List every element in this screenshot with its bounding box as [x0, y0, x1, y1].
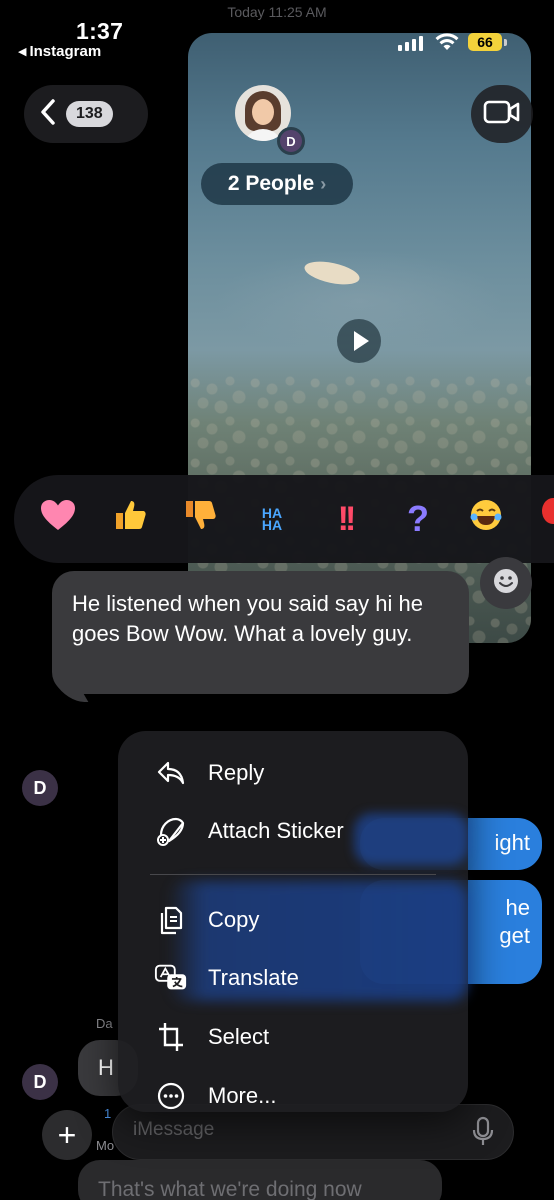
- chevron-left-icon: [40, 98, 56, 130]
- thumbs-up-icon: [112, 497, 148, 541]
- question-label: ?: [407, 498, 429, 539]
- sender-avatar[interactable]: D: [22, 770, 58, 806]
- reaction-thumbs-up[interactable]: [108, 497, 152, 541]
- back-button[interactable]: 138: [24, 85, 148, 143]
- exclamation-label: !!: [337, 499, 357, 538]
- microphone-icon[interactable]: [470, 1116, 496, 1153]
- haha-bottom-label: HA: [261, 517, 283, 533]
- menu-divider: [150, 874, 436, 875]
- message-context-menu: Reply Attach Sticker Copy Translate Sele…: [118, 731, 468, 1112]
- menu-item-label: More...: [208, 1083, 277, 1108]
- battery-indicator: 66: [468, 33, 507, 51]
- sticker-icon: [154, 814, 188, 848]
- message-timestamp: Today 11:25 AM: [227, 4, 327, 20]
- message-meta: 1: [104, 1106, 112, 1121]
- menu-item-label: Select: [208, 1024, 270, 1049]
- play-button[interactable]: [337, 319, 381, 363]
- video-camera-icon: [483, 99, 521, 130]
- back-app-label: Instagram: [29, 43, 102, 60]
- tapback-reaction-bar: HA HA !! ?: [14, 475, 554, 563]
- reaction-thumbs-down[interactable]: [178, 497, 222, 541]
- battery-level: 66: [468, 33, 502, 51]
- unread-count-badge: 138: [66, 101, 113, 127]
- reaction-haha[interactable]: HA HA: [250, 497, 294, 541]
- crop-icon: [154, 1020, 188, 1054]
- smiley-icon: [492, 567, 520, 600]
- dog-in-water: [302, 257, 362, 289]
- play-icon: [353, 331, 369, 351]
- selected-message-bubble[interactable]: He listened when you said say hi he goes…: [52, 571, 469, 694]
- menu-item-label: Translate: [208, 965, 299, 990]
- back-to-app-link[interactable]: ◀ Instagram: [18, 43, 101, 60]
- wifi-icon: [434, 32, 460, 57]
- reply-icon: [154, 756, 188, 790]
- reaction-question[interactable]: ?: [396, 497, 440, 541]
- laughing-face-icon: [468, 497, 504, 541]
- menu-item-label: Reply: [208, 760, 265, 785]
- group-members-button[interactable]: 2 People ›: [201, 163, 353, 205]
- sender-name: Da: [96, 1016, 113, 1031]
- thumbs-down-icon: [182, 497, 218, 541]
- reaction-balloon[interactable]: [530, 497, 554, 541]
- menu-item-more[interactable]: More...: [118, 1068, 468, 1124]
- menu-item-attach-sticker[interactable]: Attach Sticker: [118, 803, 468, 859]
- cellular-signal-icon: [398, 36, 423, 51]
- menu-item-select[interactable]: Select: [118, 1009, 468, 1065]
- facetime-button[interactable]: [471, 85, 533, 143]
- group-label: 2 People: [227, 172, 315, 195]
- menu-item-label: Attach Sticker: [208, 818, 344, 843]
- battery-cap: [504, 38, 507, 46]
- more-icon: [154, 1079, 188, 1113]
- translate-icon: [154, 961, 188, 995]
- message-meta: Mo: [96, 1138, 115, 1153]
- sender-avatar[interactable]: D: [22, 1064, 58, 1100]
- avatar-initial-badge: D: [277, 127, 305, 155]
- menu-item-translate[interactable]: Translate: [118, 950, 468, 1006]
- menu-item-label: Copy: [208, 907, 260, 932]
- reaction-exclamation[interactable]: !!: [323, 497, 367, 541]
- menu-item-reply[interactable]: Reply: [118, 745, 468, 801]
- copy-icon: [154, 903, 188, 937]
- emoji-sticker-button[interactable]: [480, 557, 532, 609]
- add-attachment-button[interactable]: +: [42, 1110, 92, 1160]
- balloon-icon: [537, 497, 554, 541]
- received-message-bubble[interactable]: That's what we're doing now: [78, 1160, 442, 1200]
- reaction-heart[interactable]: [36, 497, 80, 541]
- back-triangle-icon: ◀: [18, 46, 27, 58]
- reaction-laughing[interactable]: [464, 497, 508, 541]
- chevron-right-icon: ›: [320, 173, 327, 194]
- group-avatar[interactable]: D: [235, 85, 305, 155]
- status-time: 1:37: [76, 18, 124, 44]
- menu-item-copy[interactable]: Copy: [118, 892, 468, 948]
- plus-icon: +: [57, 1116, 77, 1153]
- heart-icon: [39, 498, 77, 540]
